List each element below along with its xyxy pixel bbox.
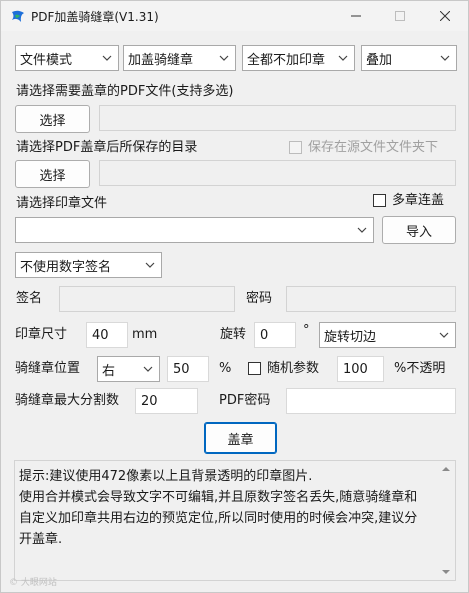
select-pdf-button[interactable]: 选择 [15, 105, 90, 133]
stamp-size-label: 印章尺寸 [15, 327, 68, 342]
save-dir-path-field[interactable] [99, 160, 456, 186]
pdf-select-label: 请选择需要盖章的PDF文件(支持多选) [16, 84, 234, 99]
stamp-file-select[interactable] [15, 217, 374, 243]
chevron-down-icon [219, 55, 229, 61]
scrollbar[interactable] [439, 463, 453, 578]
save-dir-label: 请选择PDF盖章后所保存的目录 [16, 140, 198, 155]
maximize-icon [395, 11, 405, 21]
signature-name-field[interactable] [59, 286, 235, 312]
degree-symbol: ° [303, 323, 310, 338]
chevron-down-icon [440, 55, 450, 61]
rotate-input[interactable]: 0 [254, 322, 296, 348]
stamp-file-label: 请选择印章文件 [16, 196, 108, 211]
stamp-size-unit: mm [132, 327, 158, 342]
stamp-type-select[interactable]: 加盖骑缝章 [123, 45, 236, 71]
stamp-type-select-value: 加盖骑缝章 [128, 52, 194, 68]
app-logo-icon [12, 10, 24, 22]
scroll-up-icon [442, 467, 450, 471]
max-split-label: 骑缝章最大分割数 [15, 393, 120, 408]
mode-select[interactable]: 文件模式 [15, 45, 119, 71]
close-icon [440, 11, 450, 21]
page-range-select-value: 全都不加印章 [247, 52, 326, 68]
multi-stamp-checkbox[interactable] [373, 194, 386, 207]
close-button[interactable] [423, 1, 467, 31]
pdf-path-field[interactable] [99, 105, 456, 131]
chevron-down-icon [439, 332, 449, 338]
seam-side-select[interactable]: 右 [97, 356, 160, 382]
seam-side-select-value: 右 [102, 363, 116, 379]
pdf-password-field[interactable] [286, 388, 456, 414]
chevron-down-icon [145, 262, 155, 268]
seam-percent-input[interactable]: 50 [167, 356, 209, 382]
opacity-label: %不透明 [394, 361, 446, 376]
tips-textbox[interactable]: 提示:建议使用472像素以上且背景透明的印章图片. 使用合并模式会导致文字不可编… [14, 460, 456, 581]
stamp-size-input[interactable]: 40 [86, 322, 128, 348]
page-range-select[interactable]: 全都不加印章 [242, 45, 355, 71]
scroll-down-icon [442, 570, 450, 574]
pdf-password-label: PDF密码 [219, 393, 271, 408]
chevron-down-icon [143, 366, 153, 372]
max-split-input[interactable]: 20 [135, 388, 198, 414]
import-button[interactable]: 导入 [382, 216, 456, 244]
random-params-label: 随机参数 [267, 361, 320, 376]
overlay-select-value: 叠加 [366, 52, 393, 68]
multi-stamp-label: 多章连盖 [392, 193, 445, 208]
signature-password-label: 密码 [246, 291, 273, 306]
overlay-select[interactable]: 叠加 [361, 45, 457, 71]
minimize-button[interactable] [334, 1, 378, 31]
mode-select-value: 文件模式 [20, 52, 73, 68]
rotate-mode-select-value: 旋转切边 [324, 329, 377, 345]
chevron-down-icon [338, 55, 348, 61]
minimize-icon [351, 15, 361, 17]
title-bar: PDF加盖骑缝章(V1.31) [1, 1, 468, 31]
maximize-button[interactable] [378, 1, 422, 31]
window-title: PDF加盖骑缝章(V1.31) [31, 10, 159, 24]
signature-password-field[interactable] [286, 286, 456, 312]
signature-name-label: 签名 [16, 291, 43, 306]
tip-line-2: 使用合并模式会导致文字不可编辑,并且原数字签名丢失,随意骑缝章和自定义加印章共用… [19, 490, 418, 547]
digital-signature-select-value: 不使用数字签名 [20, 259, 112, 275]
select-save-dir-button[interactable]: 选择 [15, 160, 90, 188]
chevron-down-icon [102, 55, 112, 61]
random-params-checkbox[interactable] [248, 362, 261, 375]
chevron-down-icon [357, 227, 367, 233]
save-in-source-checkbox[interactable] [289, 141, 302, 154]
rotate-mode-select[interactable]: 旋转切边 [319, 322, 456, 348]
tip-line-1: 提示:建议使用472像素以上且背景透明的印章图片. [19, 469, 313, 484]
app-window: PDF加盖骑缝章(V1.31) 文件模式 加盖骑缝章 全都不加印章 叠加 请选择… [0, 0, 469, 593]
opacity-input[interactable]: 100 [337, 356, 384, 382]
save-in-source-label: 保存在源文件文件夹下 [308, 140, 439, 155]
stamp-button[interactable]: 盖章 [204, 422, 277, 454]
seam-position-label: 骑缝章位置 [15, 361, 81, 376]
digital-signature-select[interactable]: 不使用数字签名 [15, 252, 162, 278]
rotate-label: 旋转 [220, 327, 247, 342]
watermark: © 大眼网站 [9, 578, 57, 588]
seam-percent-sign: % [219, 361, 232, 376]
